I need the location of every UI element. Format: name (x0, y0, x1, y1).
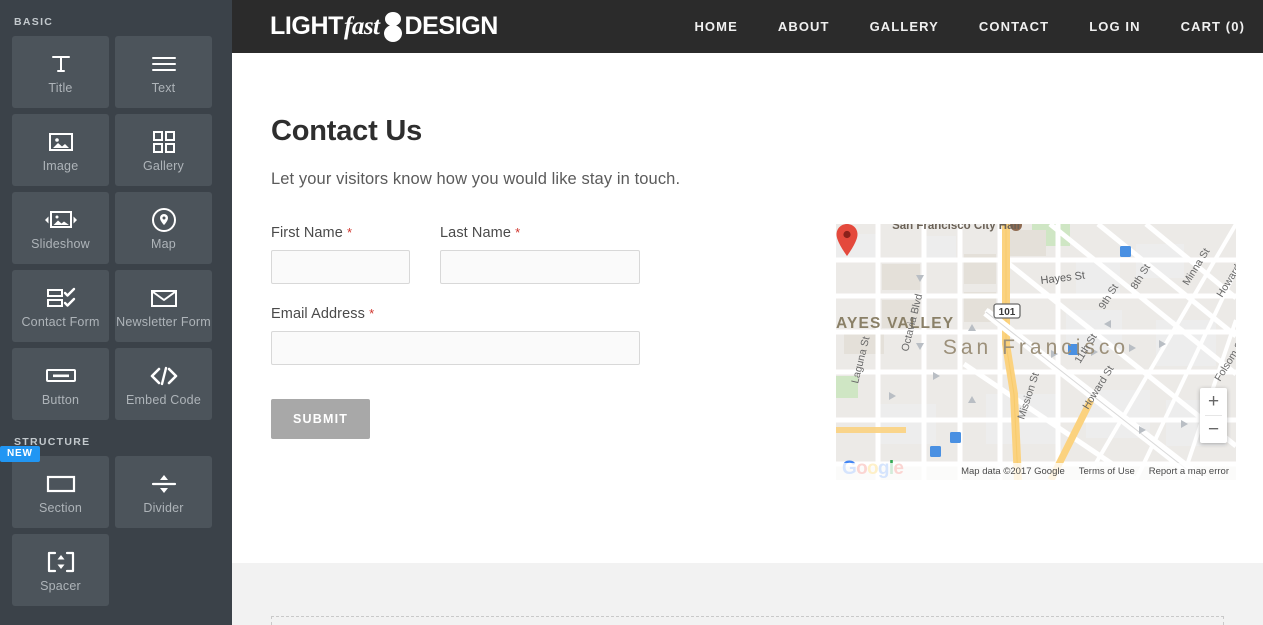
site-nav: HOME ABOUT GALLERY CONTACT LOG IN CART (… (674, 19, 1245, 34)
sidebar-group-structure-tiles: NEW Section Divider Spacer (0, 446, 232, 606)
sidebar-tile-label: Text (151, 81, 176, 95)
sidebar-tile-label: Spacer (40, 579, 81, 593)
first-name-label: First Name * (271, 225, 410, 241)
map-location-pin-icon (836, 224, 858, 256)
sidebar-tile-label: Divider (143, 501, 184, 515)
first-name-field: First Name * (271, 225, 410, 284)
sidebar-tile-label: Image (42, 159, 79, 173)
email-input[interactable] (271, 331, 640, 365)
first-name-label-text: First Name (271, 225, 343, 241)
logo-text-design: DESIGN (404, 12, 499, 40)
sidebar-tile-embed-code[interactable]: Embed Code (115, 348, 212, 420)
envelope-icon (150, 283, 178, 313)
sidebar-tile-image[interactable]: Image (12, 114, 109, 186)
sidebar-tile-label: Gallery (143, 159, 184, 173)
contact-form-icon (46, 283, 76, 313)
site-logo[interactable]: LIGHT fast DESIGN (270, 12, 498, 42)
svg-text:Minna St: Minna St (1180, 246, 1212, 288)
svg-text:San Francisco City Hall: San Francisco City Hall (892, 224, 1020, 232)
first-name-input[interactable] (271, 250, 410, 284)
sidebar-tile-spacer[interactable]: Spacer (12, 534, 109, 606)
google-map-embed[interactable]: 101 San Francisco City Hall Hayes St AYE… (836, 224, 1236, 480)
sidebar-tile-button[interactable]: Button (12, 348, 109, 420)
last-name-field: Last Name * (440, 225, 640, 284)
sidebar-tile-label: Section (38, 501, 83, 515)
map-zoom-controls: + − (1200, 388, 1227, 443)
elements-sidebar: BASIC Title Text Image Gallery Slideshow… (0, 0, 232, 625)
nav-link-about[interactable]: ABOUT (758, 19, 850, 34)
email-field: Email Address * (271, 306, 641, 365)
last-name-label-text: Last Name (440, 225, 512, 241)
sidebar-tile-label: Button (41, 393, 80, 407)
map-terms-of-use-link[interactable]: Terms of Use (1079, 466, 1135, 477)
button-icon (45, 361, 76, 391)
sidebar-group-label-basic: BASIC (14, 16, 54, 28)
nav-link-home[interactable]: HOME (674, 19, 757, 34)
sidebar-tile-contact-form[interactable]: Contact Form (12, 270, 109, 342)
map-report-error-link[interactable]: Report a map error (1149, 466, 1229, 477)
required-asterisk: * (515, 225, 521, 240)
title-icon (49, 49, 73, 79)
logo-text-fast: fast (344, 12, 380, 40)
name-fields-row: First Name * Last Name * (271, 225, 641, 284)
svg-text:AYES VALLEY: AYES VALLEY (836, 315, 954, 332)
page-title: Contact Us (271, 115, 423, 147)
sidebar-tile-title[interactable]: Title (12, 36, 109, 108)
image-icon (48, 127, 74, 157)
sidebar-tile-label: Slideshow (31, 237, 90, 251)
required-asterisk: * (369, 306, 375, 321)
sidebar-tile-section[interactable]: NEW Section (0, 446, 109, 528)
sidebar-tile-divider[interactable]: Divider (115, 456, 212, 528)
nav-link-gallery[interactable]: GALLERY (850, 19, 959, 34)
slideshow-icon (44, 205, 78, 235)
sidebar-tile-slideshow[interactable]: Slideshow (12, 192, 109, 264)
sidebar-tile-text[interactable]: Text (115, 36, 212, 108)
nav-link-contact[interactable]: CONTACT (959, 19, 1069, 34)
map-vector-layer: 101 San Francisco City Hall Hayes St AYE… (836, 224, 1236, 480)
map-pin-circle-icon (151, 205, 177, 235)
email-label: Email Address * (271, 306, 641, 322)
svg-text:San Francisco: San Francisco (943, 336, 1129, 359)
last-name-label: Last Name * (440, 225, 640, 241)
sidebar-tile-gallery[interactable]: Gallery (115, 114, 212, 186)
website-canvas: LIGHT fast DESIGN HOME ABOUT GALLERY CON… (232, 0, 1263, 625)
code-brackets-icon (149, 361, 179, 391)
nav-link-login[interactable]: LOG IN (1069, 19, 1160, 34)
sidebar-tile-map[interactable]: Map (115, 192, 212, 264)
logo-text-light: LIGHT (270, 12, 343, 40)
sidebar-tile-label: Embed Code (126, 393, 201, 407)
text-lines-icon (151, 49, 177, 79)
section-rect-icon (46, 469, 76, 499)
next-section-band (232, 563, 1263, 625)
spacer-icon (46, 547, 76, 577)
page-builder-app: BASIC Title Text Image Gallery Slideshow… (0, 0, 1263, 625)
sidebar-tile-label: Map (151, 237, 176, 251)
dashed-dropzone[interactable] (271, 616, 1224, 625)
sidebar-tile-newsletter-form[interactable]: Newsletter Form (115, 270, 212, 342)
submit-button[interactable]: SUBMIT (271, 399, 371, 439)
hourglass-bulb-mark-icon (384, 12, 403, 42)
sidebar-tile-label: Newsletter Form (116, 315, 211, 329)
email-label-text: Email Address (271, 306, 365, 322)
svg-text:101: 101 (999, 307, 1016, 318)
divider-icon (150, 469, 178, 499)
page-subtitle: Let your visitors know how you would lik… (271, 170, 681, 188)
map-attribution-bar: Map data ©2017 Google Terms of Use Repor… (836, 463, 1236, 480)
required-asterisk: * (347, 225, 353, 240)
map-data-attribution: Map data ©2017 Google (961, 466, 1065, 477)
sidebar-tile-label: Title (48, 81, 73, 95)
new-badge: NEW (0, 446, 40, 462)
site-header: LIGHT fast DESIGN HOME ABOUT GALLERY CON… (232, 0, 1263, 53)
nav-link-cart[interactable]: CART (0) (1161, 19, 1245, 34)
map-zoom-in-button[interactable]: + (1200, 388, 1227, 415)
map-zoom-out-button[interactable]: − (1200, 416, 1227, 443)
sidebar-group-basic-tiles: Title Text Image Gallery Slideshow Map C… (0, 36, 232, 420)
sidebar-tile-label: Contact Form (21, 315, 100, 329)
last-name-input[interactable] (440, 250, 640, 284)
contact-form: First Name * Last Name * Email Address *… (271, 225, 641, 439)
gallery-grid-icon (152, 127, 175, 157)
